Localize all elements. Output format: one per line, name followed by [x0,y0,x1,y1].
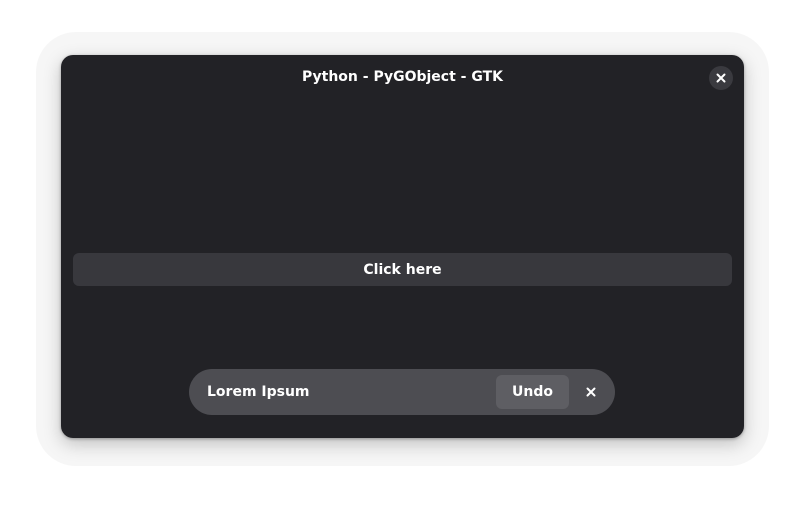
window-title: Python - PyGObject - GTK [302,69,503,85]
undo-button[interactable]: Undo [496,375,569,409]
toast-message: Lorem Ipsum [207,384,310,400]
close-icon [716,73,726,83]
header-bar: Python - PyGObject - GTK [61,55,744,101]
window-close-button[interactable] [709,66,733,90]
toast-dismiss-button[interactable] [579,380,603,404]
close-icon [586,387,596,397]
app-window: Python - PyGObject - GTK Click here Lore… [61,55,744,438]
click-here-button[interactable]: Click here [73,253,732,286]
toast: Lorem Ipsum Undo [189,369,615,415]
